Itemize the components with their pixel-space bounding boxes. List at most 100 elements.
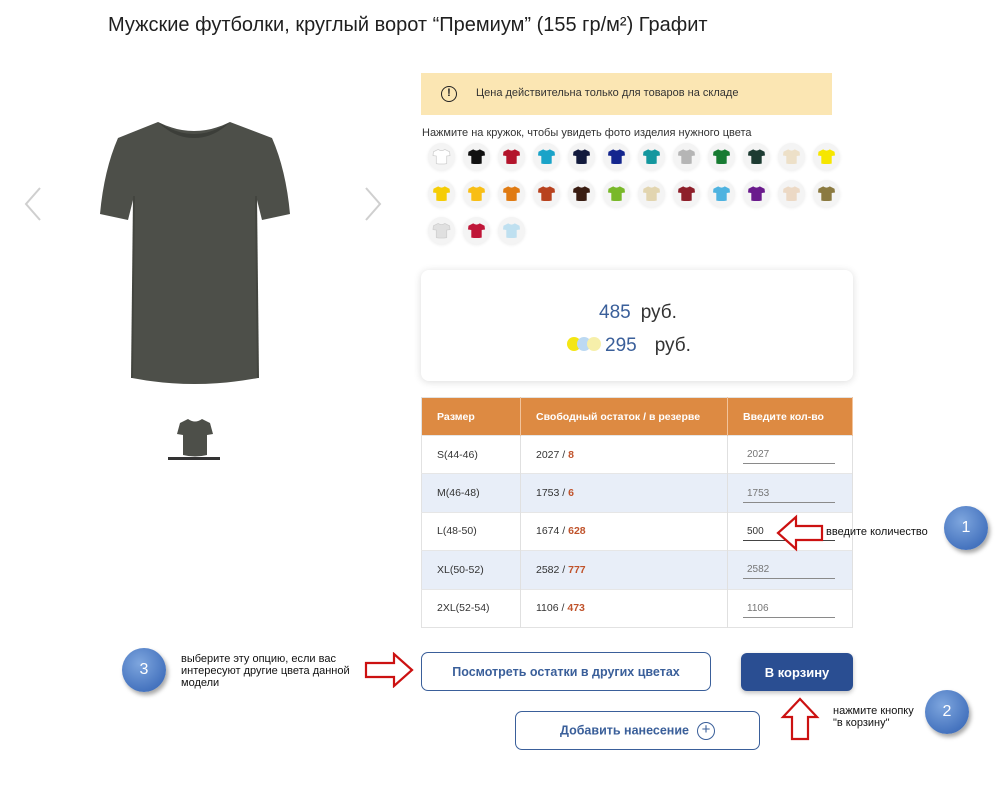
tshirt-icon	[468, 186, 485, 202]
add-print-label: Добавить нанесение	[560, 722, 689, 737]
color-swatch[interactable]	[498, 143, 525, 170]
color-swatch[interactable]	[673, 143, 700, 170]
color-swatch[interactable]	[708, 180, 735, 207]
thumbnail-active-indicator	[168, 457, 220, 460]
color-swatch[interactable]	[743, 180, 770, 207]
plus-circle-icon: +	[696, 721, 715, 740]
color-swatch[interactable]	[568, 180, 595, 207]
color-swatch[interactable]	[778, 180, 805, 207]
reserved-stock: 6	[568, 487, 574, 500]
color-swatch[interactable]	[568, 143, 595, 170]
tshirt-icon	[748, 186, 765, 202]
quantity-input[interactable]	[743, 447, 835, 465]
step1-note: введите количество	[826, 526, 928, 538]
table-row: XL(50-52) 2582 / 777	[421, 550, 853, 590]
print-color-dots	[567, 335, 601, 357]
tshirt-icon	[678, 186, 695, 202]
product-thumbnail[interactable]	[170, 412, 220, 462]
quantity-cell	[727, 550, 853, 590]
color-swatch[interactable]	[428, 143, 455, 170]
tshirt-icon	[432, 222, 451, 239]
column-header-size: Размер	[421, 397, 521, 436]
color-swatch[interactable]	[463, 143, 490, 170]
arrow-left-icon	[776, 514, 824, 552]
quantity-cell	[727, 588, 853, 628]
add-print-button[interactable]: Добавить нанесение +	[515, 711, 760, 750]
color-swatch[interactable]	[638, 180, 665, 207]
step2-note: нажмите кнопку "в корзину"	[833, 705, 914, 729]
color-swatch[interactable]	[603, 180, 630, 207]
size-cell: M(46-48)	[421, 473, 521, 513]
table-row: M(46-48) 1753 / 6	[421, 473, 853, 513]
color-swatch[interactable]	[463, 217, 490, 244]
color-swatch[interactable]	[533, 143, 560, 170]
chevron-right-icon	[365, 187, 382, 221]
tshirt-icon	[468, 223, 485, 239]
page-title: Мужские футболки, круглый ворот “Премиум…	[108, 14, 708, 36]
exclamation-circle-icon: !	[441, 86, 457, 102]
color-swatch[interactable]	[498, 180, 525, 207]
reserved-stock: 8	[568, 448, 574, 461]
table-header-row: Размер Свободный остаток / в резерве Вве…	[421, 397, 853, 436]
tshirt-icon	[573, 186, 590, 202]
color-swatch[interactable]	[603, 143, 630, 170]
tshirt-icon	[818, 186, 835, 202]
quantity-input[interactable]	[743, 600, 835, 618]
other-colors-stock-button[interactable]: Посмотреть остатки в других цветах	[421, 652, 711, 691]
color-swatch[interactable]	[743, 143, 770, 170]
gallery-next-button[interactable]	[358, 182, 386, 226]
print-price-value: 295	[605, 335, 637, 357]
color-swatch[interactable]	[463, 180, 490, 207]
price-value: 485	[599, 302, 631, 323]
color-hint: Нажмите на кружок, чтобы увидеть фото из…	[422, 127, 752, 139]
color-swatch[interactable]	[428, 217, 455, 244]
tshirt-icon	[503, 149, 520, 165]
quantity-input[interactable]	[743, 562, 835, 580]
column-header-stock: Свободный остаток / в резерве	[520, 397, 728, 436]
price-row: 485 руб.	[599, 302, 677, 324]
print-color-dot	[587, 337, 601, 351]
color-swatch[interactable]	[533, 180, 560, 207]
quantity-cell	[727, 434, 853, 474]
quantity-input[interactable]	[743, 485, 835, 503]
color-swatch[interactable]	[778, 143, 805, 170]
reserved-stock: 473	[567, 602, 585, 615]
tshirt-icon	[783, 149, 800, 165]
tshirt-icon	[538, 186, 555, 202]
tshirt-icon	[713, 149, 730, 165]
add-to-cart-button[interactable]: В корзину	[741, 653, 853, 691]
tshirt-icon	[468, 149, 485, 165]
tshirt-icon	[503, 186, 520, 202]
tshirt-icon	[783, 186, 800, 202]
gallery-prev-button[interactable]	[20, 182, 48, 226]
free-stock: 1106	[536, 602, 559, 615]
color-swatch[interactable]	[813, 180, 840, 207]
color-swatch[interactable]	[428, 180, 455, 207]
quantity-cell	[727, 473, 853, 513]
color-swatch[interactable]	[813, 143, 840, 170]
reserved-stock: 777	[568, 563, 586, 576]
print-price-currency: руб.	[654, 335, 691, 357]
color-swatch[interactable]	[673, 180, 700, 207]
size-cell: 2XL(52-54)	[421, 588, 521, 628]
tshirt-icon	[818, 149, 835, 165]
tshirt-icon	[608, 149, 625, 165]
color-swatch[interactable]	[498, 217, 525, 244]
tshirt-icon	[643, 186, 660, 202]
free-stock: 2582	[536, 563, 560, 576]
color-swatch[interactable]	[708, 143, 735, 170]
tshirt-icon	[643, 149, 660, 165]
tshirt-icon	[432, 148, 451, 165]
step2-badge: 2	[925, 690, 969, 734]
tshirt-icon	[433, 186, 450, 202]
tshirt-icon	[573, 149, 590, 165]
print-price-row: 295 руб.	[567, 335, 691, 357]
table-row: S(44-46) 2027 / 8	[421, 434, 853, 474]
price-currency: руб.	[640, 302, 677, 323]
arrow-up-icon	[780, 697, 820, 741]
free-stock: 2027	[536, 448, 560, 461]
column-header-quantity: Введите кол-во	[727, 397, 853, 436]
tshirt-icon	[608, 186, 625, 202]
notice-text: Цена действительна только для товаров на…	[476, 87, 739, 99]
color-swatch[interactable]	[638, 143, 665, 170]
